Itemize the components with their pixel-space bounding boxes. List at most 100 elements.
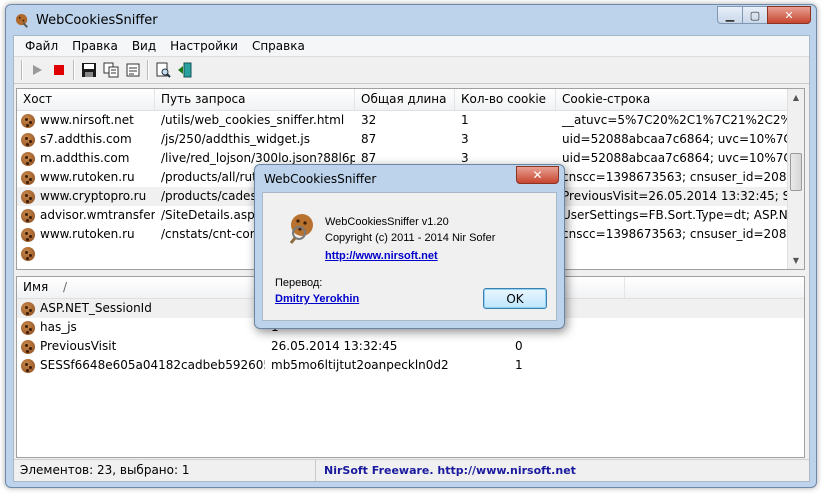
menu-help[interactable]: Справка <box>245 39 312 53</box>
window-controls: ▁ ▢ ✕ <box>717 6 811 24</box>
cell-text: advisor.wmtransfer.... <box>40 208 155 222</box>
table-cell: 3 <box>455 130 556 149</box>
sort-indicator-icon: / <box>63 280 68 294</box>
scroll-down-arrow-icon[interactable]: ▼ <box>788 252 804 269</box>
column-host[interactable]: Хост <box>17 89 155 110</box>
cell-text: m.addthis.com <box>40 151 130 165</box>
list-cell: 0 <box>515 337 625 356</box>
stop-icon <box>54 65 64 75</box>
cell-text: PreviousVisit <box>40 339 117 353</box>
list-item[interactable]: PreviousVisit 26.05.2014 13:32:45 0 <box>17 337 804 356</box>
maximize-icon: ▢ <box>749 8 761 22</box>
cookie-magnifier-icon <box>289 214 313 244</box>
table-row[interactable]: www.nirsoft.net/utils/web_cookies_sniffe… <box>17 111 804 130</box>
cell-text: 87 <box>361 151 377 165</box>
table-cell: cnscc=1398673563; cnsuser_id=20862850 <box>556 225 791 244</box>
save-button[interactable] <box>78 59 100 81</box>
list-cell: SESSf6648e605a04182cadbeb592605c858e <box>17 356 265 375</box>
table-cell: www.cryptopro.ru <box>17 187 155 206</box>
requests-list-header: Хост Путь запроса Общая длина Кол-во coo… <box>17 89 804 111</box>
table-cell: advisor.wmtransfer.... <box>17 206 155 225</box>
cell-text: uid=52088abcaa7c6864; uvc=10%7C18%2C <box>562 132 791 146</box>
column-total-length[interactable]: Общая длина <box>355 89 455 110</box>
toolbar <box>14 56 809 84</box>
list-item[interactable]: SESSf6648e605a04182cadbeb592605c858e mb5m… <box>17 356 804 375</box>
scroll-up-arrow-icon[interactable]: ▲ <box>788 89 804 106</box>
cookie-icon <box>21 339 35 354</box>
list-cell: PreviousVisit <box>17 337 265 356</box>
properties-button[interactable] <box>122 59 144 81</box>
list-cell: ASP.NET_SessionId <box>17 299 265 318</box>
cell-text: 87 <box>361 132 377 146</box>
cell-text: www.cryptopro.ru <box>40 189 147 203</box>
menu-settings[interactable]: Настройки <box>163 39 245 53</box>
minimize-button[interactable]: ▁ <box>717 6 743 24</box>
start-button[interactable] <box>26 59 48 81</box>
column-cookie-string[interactable]: Cookie-строка <box>556 89 791 110</box>
cell-text: 1 <box>461 113 469 127</box>
cell-text: www.rutoken.ru <box>40 227 135 241</box>
close-button[interactable]: ✕ <box>767 6 811 24</box>
cell-text: /live/red_lojson/300lo.json?88l6p... <box>161 151 355 165</box>
table-cell: 87 <box>355 130 455 149</box>
stop-button[interactable] <box>48 59 70 81</box>
about-dialog-title: WebCookiesSniffer <box>264 172 377 186</box>
cell-text: mb5mo6ltijtut2oanpeckln0d2 <box>271 358 449 372</box>
table-row[interactable]: s7.addthis.com/js/250/addthis_widget.js 8… <box>17 130 804 149</box>
cell-text: 0 <box>515 339 523 353</box>
about-translator-link[interactable]: Dmitry Yerokhin <box>275 293 359 305</box>
menu-file[interactable]: Файл <box>18 39 65 53</box>
exit-door-icon <box>178 62 192 78</box>
cell-text: www.nirsoft.net <box>40 113 134 127</box>
about-version: WebCookiesSniffer v1.20 <box>325 216 449 228</box>
table-cell: /utils/web_cookies_sniffer.html <box>155 111 355 130</box>
ok-button[interactable]: OK <box>483 288 547 309</box>
column-name[interactable]: Имя / <box>17 277 265 298</box>
table-cell: UserSettings=FB.Sort.Type=dt; ASP.NET_Se <box>556 206 791 225</box>
about-close-button[interactable]: ✕ <box>516 166 559 184</box>
table-cell: /js/250/addthis_widget.js <box>155 130 355 149</box>
table-cell <box>556 244 791 263</box>
table-cell: 1 <box>455 111 556 130</box>
table-cell: PreviousVisit=26.05.2014 13:32:45; SESSf… <box>556 187 791 206</box>
cell-text: /js/250/addthis_widget.js <box>161 132 310 146</box>
floppy-icon <box>82 63 96 77</box>
toolbar-grip <box>21 60 23 80</box>
cell-text: __atuvc=5%7C20%2C1%7C21%2C2%7C22 <box>562 113 791 127</box>
column-cookie-count[interactable]: Кол-во cookie <box>455 89 556 110</box>
properties-icon <box>126 63 140 77</box>
cell-text: PreviousVisit=26.05.2014 13:32:45; SESSf… <box>562 189 791 203</box>
list-cell: mb5mo6ltijtut2oanpeckln0d2 <box>265 356 515 375</box>
column-path[interactable]: Путь запроса <box>155 89 355 110</box>
cookie-icon <box>21 113 35 128</box>
table-cell: 32 <box>355 111 455 130</box>
cell-text: has_js <box>40 320 77 334</box>
close-icon: ✕ <box>784 8 794 22</box>
cell-text: cnscc=1398673563; cnsuser_id=20862850 <box>562 170 791 184</box>
list-cell: 1 <box>515 356 625 375</box>
table-cell: www.rutoken.ru <box>17 168 155 187</box>
close-icon: ✕ <box>532 168 543 182</box>
cell-text: 3 <box>461 151 469 165</box>
toolbar-separator <box>147 60 149 80</box>
cell-text: 1 <box>515 358 523 372</box>
maximize-button[interactable]: ▢ <box>742 6 768 24</box>
about-website-link[interactable]: http://www.nirsoft.net <box>325 250 438 262</box>
exit-button[interactable] <box>174 59 196 81</box>
table-cell: uid=52088abcaa7c6864; uvc=10%7C18%2C <box>556 130 791 149</box>
cell-text: SESSf6648e605a04182cadbeb592605c858e <box>40 358 265 372</box>
scroll-thumb[interactable] <box>790 153 802 191</box>
play-icon <box>33 65 42 75</box>
copy-button[interactable] <box>100 59 122 81</box>
list-cell: 26.05.2014 13:32:45 <box>265 337 515 356</box>
status-items-count: Элементов: 23, выбрано: 1 <box>14 460 316 481</box>
html-report-button[interactable] <box>152 59 174 81</box>
requests-scrollbar[interactable]: ▲ ▼ <box>787 89 804 269</box>
menu-view[interactable]: Вид <box>125 39 163 53</box>
status-nirsoft-link[interactable]: NirSoft Freeware. http://www.nirsoft.net <box>316 464 576 477</box>
report-search-icon <box>156 62 171 78</box>
title-bar[interactable]: WebCookiesSniffer ▁ ▢ ✕ <box>6 5 816 35</box>
cell-text: UserSettings=FB.Sort.Type=dt; ASP.NET_Se <box>562 208 791 222</box>
about-dialog: WebCookiesSniffer ✕ WebCookiesSniffer v1… <box>254 164 565 329</box>
menu-edit[interactable]: Правка <box>65 39 125 53</box>
